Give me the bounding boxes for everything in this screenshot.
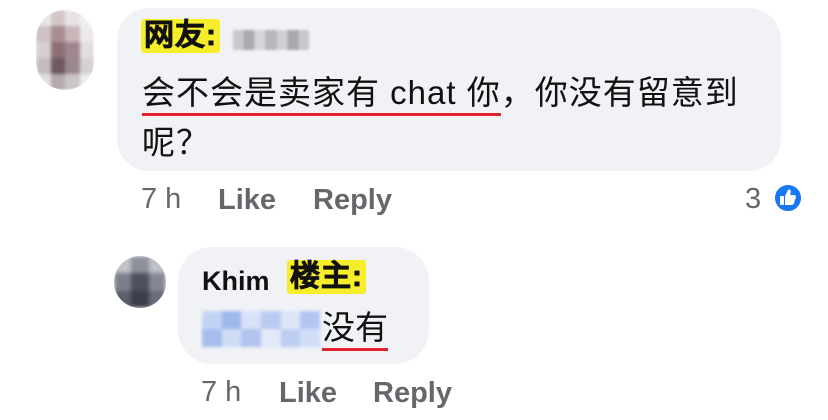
thumbs-up-icon[interactable]: [773, 183, 803, 213]
like-button[interactable]: Like: [218, 184, 276, 217]
commenter-avatar[interactable]: [36, 10, 94, 90]
reaction-count[interactable]: 3: [745, 183, 761, 216]
commenter-name-blurred[interactable]: [233, 30, 309, 50]
reply-author-avatar[interactable]: [114, 256, 166, 308]
reply-timestamp[interactable]: 7 h: [201, 376, 241, 409]
reply-button[interactable]: Reply: [313, 184, 392, 217]
reply-author-tag: 楼主:: [287, 260, 366, 294]
comment-text: 会不会是卖家有 chat 你，你没有留意到呢？: [142, 68, 772, 168]
comment-text-underlined: 会不会是卖家有 chat 你: [142, 74, 501, 116]
reply-reply-button[interactable]: Reply: [373, 377, 452, 410]
reply-author-name[interactable]: Khim: [202, 266, 270, 297]
comment-timestamp[interactable]: 7 h: [141, 183, 181, 216]
reply-text-underlined: 没有: [322, 309, 388, 351]
reply-tagged-name-blurred[interactable]: [202, 311, 320, 347]
reply-like-button[interactable]: Like: [279, 377, 337, 410]
reply-text: 没有: [322, 306, 388, 351]
commenter-tag: 网友:: [141, 19, 220, 53]
